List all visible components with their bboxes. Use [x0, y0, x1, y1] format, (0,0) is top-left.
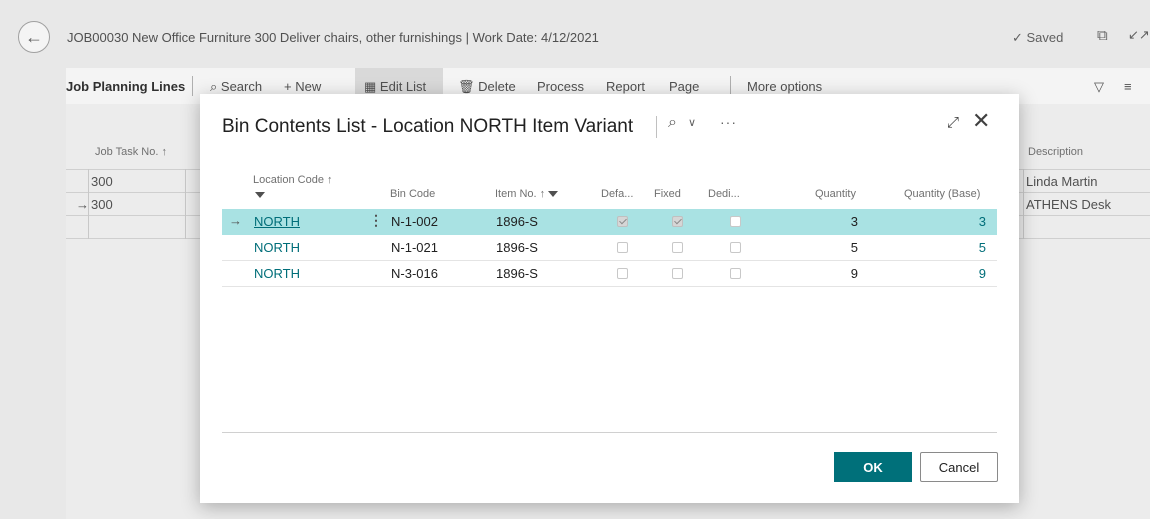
divider: [222, 432, 997, 433]
table-row[interactable]: NORTH N-3-016 1896-S 9 9: [222, 261, 997, 287]
fixed-checkbox[interactable]: [672, 216, 683, 227]
quantity-base-cell[interactable]: 5: [902, 240, 986, 255]
bin-code-cell: N-3-016: [391, 266, 438, 281]
dedicated-checkbox[interactable]: [730, 216, 741, 227]
row-actions-icon[interactable]: ⋮: [369, 212, 383, 229]
item-no-cell: 1896-S: [496, 266, 538, 281]
quantity-cell: 3: [850, 214, 858, 229]
quantity-base-cell[interactable]: 9: [902, 266, 986, 281]
quantity-cell: 9: [850, 266, 858, 281]
column-bin-code[interactable]: Bin Code: [390, 188, 435, 200]
item-no-cell: 1896-S: [496, 240, 538, 255]
table-row[interactable]: NORTH N-1-021 1896-S 5 5: [222, 235, 997, 261]
close-icon[interactable]: ✕: [972, 110, 990, 132]
location-code-cell[interactable]: NORTH: [254, 266, 300, 281]
column-label: Location Code ↑: [253, 174, 333, 186]
ok-button[interactable]: OK: [834, 452, 912, 482]
default-checkbox[interactable]: [617, 242, 628, 253]
search-icon[interactable]: ⌕: [668, 114, 677, 132]
column-label: Item No. ↑: [495, 188, 546, 200]
filter-icon: [255, 192, 265, 199]
cancel-button[interactable]: Cancel: [920, 452, 998, 482]
column-fixed[interactable]: Fixed: [654, 188, 681, 200]
item-no-cell: 1896-S: [496, 214, 538, 229]
more-options-icon[interactable]: ···: [720, 114, 737, 130]
row-arrow-icon: →: [229, 213, 242, 228]
column-item-no[interactable]: Item No. ↑: [495, 188, 559, 200]
expand-icon[interactable]: ⤢: [947, 114, 959, 131]
default-checkbox[interactable]: [617, 216, 628, 227]
dedicated-checkbox[interactable]: [730, 242, 741, 253]
column-default[interactable]: Defa...: [601, 188, 633, 200]
location-code-cell[interactable]: NORTH: [254, 240, 300, 255]
quantity-cell: 5: [850, 240, 858, 255]
column-quantity[interactable]: Quantity: [815, 188, 856, 200]
chevron-down-icon[interactable]: ∨: [688, 116, 696, 129]
table-row[interactable]: → NORTH ⋮ N-1-002 1896-S 3 3: [222, 209, 997, 235]
dedicated-checkbox[interactable]: [730, 268, 741, 279]
bin-code-cell: N-1-002: [391, 214, 438, 229]
location-code-cell[interactable]: NORTH: [254, 214, 300, 229]
quantity-base-cell[interactable]: 3: [902, 214, 986, 229]
default-checkbox[interactable]: [617, 268, 628, 279]
filter-icon: [548, 191, 559, 198]
bin-contents-dialog: Bin Contents List - Location NORTH Item …: [200, 94, 1019, 503]
fixed-checkbox[interactable]: [672, 268, 683, 279]
column-quantity-base[interactable]: Quantity (Base): [904, 188, 980, 200]
fixed-checkbox[interactable]: [672, 242, 683, 253]
column-location-code[interactable]: Location Code ↑: [253, 174, 333, 201]
column-dedicated[interactable]: Dedi...: [708, 188, 740, 200]
divider: [656, 116, 657, 138]
dialog-title: Bin Contents List - Location NORTH Item …: [222, 116, 634, 137]
bin-code-cell: N-1-021: [391, 240, 438, 255]
